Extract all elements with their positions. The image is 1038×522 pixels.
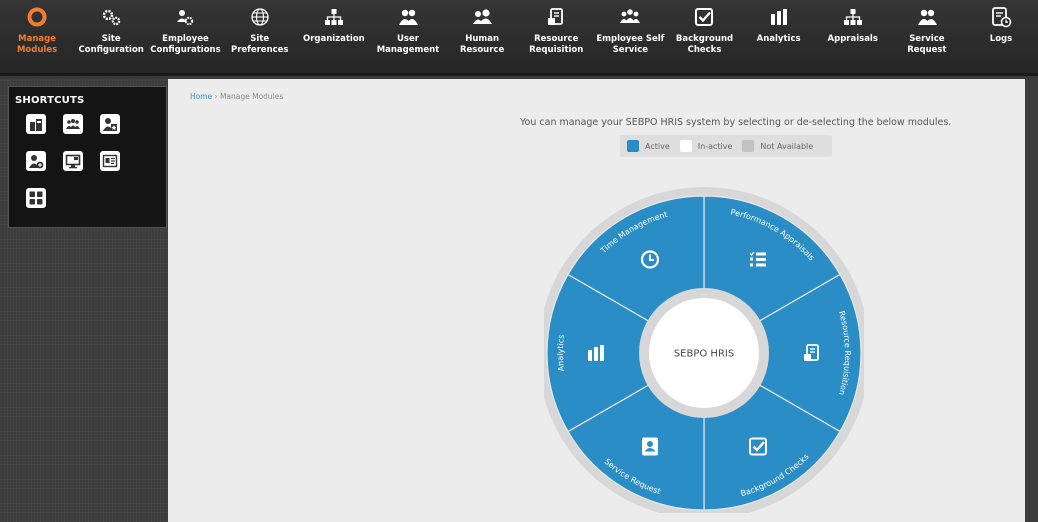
config-shortcut-button[interactable] [26, 114, 46, 134]
intro-text: You can manage your SEBPO HRIS system by… [520, 117, 952, 128]
org-chart-icon [843, 9, 862, 25]
nav-item-site-configuration[interactable]: Site Configuration [74, 0, 148, 73]
shortcuts-grid [26, 114, 120, 208]
globe-icon [251, 8, 269, 26]
people-icon [473, 9, 493, 24]
nav-item-background-checks[interactable]: Background Checks [667, 0, 741, 73]
nav-item-appraisals[interactable]: Appraisals [816, 0, 890, 73]
circle-gear-icon [27, 7, 47, 27]
shortcuts-panel: SHORTCUTS [8, 86, 167, 228]
nav-item-label: Human Resource [459, 34, 505, 55]
grid-shortcut-icon [29, 191, 43, 205]
bar-chart-icon [770, 9, 787, 25]
legend-inactive-label: In-active [697, 141, 733, 151]
nav-item-manage-modules[interactable]: Manage Modules [0, 0, 74, 73]
add-user-shortcut-button[interactable] [26, 151, 46, 171]
config-shortcut-icon [30, 119, 42, 131]
nav-item-label: Employee Configurations [150, 34, 221, 55]
appraisal-shortcut-button[interactable] [100, 114, 120, 134]
nav-item-site-preferences[interactable]: Site Preferences [223, 0, 297, 73]
legend-inactive-swatch [679, 140, 692, 152]
users-icon [917, 9, 937, 25]
nav-item-label: Manage Modules [16, 34, 58, 55]
nav-item-human-resource[interactable]: Human Resource [445, 0, 519, 73]
checkbox-icon [695, 8, 714, 26]
nav-item-logs[interactable]: Logs [964, 0, 1038, 73]
document-icon [548, 8, 564, 25]
nav-item-analytics[interactable]: Analytics [742, 0, 816, 73]
shortcuts-title: SHORTCUTS [15, 95, 85, 106]
add-user-shortcut-icon [29, 155, 44, 169]
grid-shortcut-button[interactable] [26, 188, 46, 208]
nav-item-label: Background Checks [675, 34, 734, 55]
nav-item-label: Site Configuration [78, 34, 144, 55]
breadcrumb-separator: › [214, 92, 218, 101]
right-edge-background [1025, 79, 1038, 522]
legend-not-available: Not Available [742, 140, 813, 152]
nav-item-label: Organization [302, 34, 365, 44]
breadcrumb-home-link[interactable]: Home [190, 92, 212, 101]
legend-not-available-label: Not Available [760, 141, 814, 151]
log-icon [992, 7, 1012, 28]
list-icon [749, 251, 766, 267]
legend-active-label: Active [645, 141, 670, 151]
nav-item-label: Employee Self Service [596, 34, 665, 55]
nav-item-label: Analytics [756, 34, 801, 44]
nav-item-label: Logs [989, 34, 1013, 44]
monitor-shortcut-icon [65, 154, 81, 169]
org-chart-icon [324, 9, 343, 25]
id-card-shortcut-button[interactable] [100, 151, 120, 171]
users-shortcut-button[interactable] [63, 114, 83, 134]
nav-item-label: User Management [376, 34, 440, 55]
person-card-icon [642, 437, 658, 456]
nav-item-employee-configurations[interactable]: Employee Configurations [148, 0, 222, 73]
nav-item-service-request[interactable]: Service Request [890, 0, 964, 73]
employee-config-icon [177, 10, 194, 26]
legend-active-swatch [627, 140, 639, 152]
nav-item-label: Service Request [907, 34, 947, 55]
monitor-shortcut-button[interactable] [63, 151, 83, 171]
id-card-shortcut-icon [102, 154, 118, 168]
nav-item-user-management[interactable]: User Management [371, 0, 445, 73]
users-shortcut-icon [66, 119, 80, 129]
legend-inactive: In-active [679, 140, 733, 152]
module-legend: Active In-active Not Available [620, 135, 832, 157]
legend-not-available-swatch [742, 140, 755, 152]
module-wheel: Performance AppraisalsResource Requisiti… [544, 187, 864, 513]
appraisal-shortcut-icon [103, 118, 117, 131]
top-navigation: Manage Modules Site Configuration Employee… [0, 0, 1038, 76]
users-icon [398, 9, 418, 25]
wheel-center-label: SEBPO HRIS [674, 349, 734, 360]
nav-item-label: Appraisals [827, 34, 878, 44]
nav-item-resource-requisition[interactable]: Resource Requisition [519, 0, 593, 73]
breadcrumb-current: Manage Modules [219, 92, 284, 101]
group-icon [620, 9, 641, 23]
nav-item-organization[interactable]: Organization [297, 0, 371, 73]
gears-icon [102, 9, 121, 26]
breadcrumb: Home › Manage Modules [190, 92, 283, 101]
legend-active: Active [627, 140, 670, 152]
nav-item-label: Site Preferences [230, 34, 289, 55]
main-content: Home › Manage Modules You can manage you… [168, 79, 1025, 522]
nav-item-label: Resource Requisition [529, 34, 584, 55]
nav-item-employee-self-service[interactable]: Employee Self Service [593, 0, 667, 73]
